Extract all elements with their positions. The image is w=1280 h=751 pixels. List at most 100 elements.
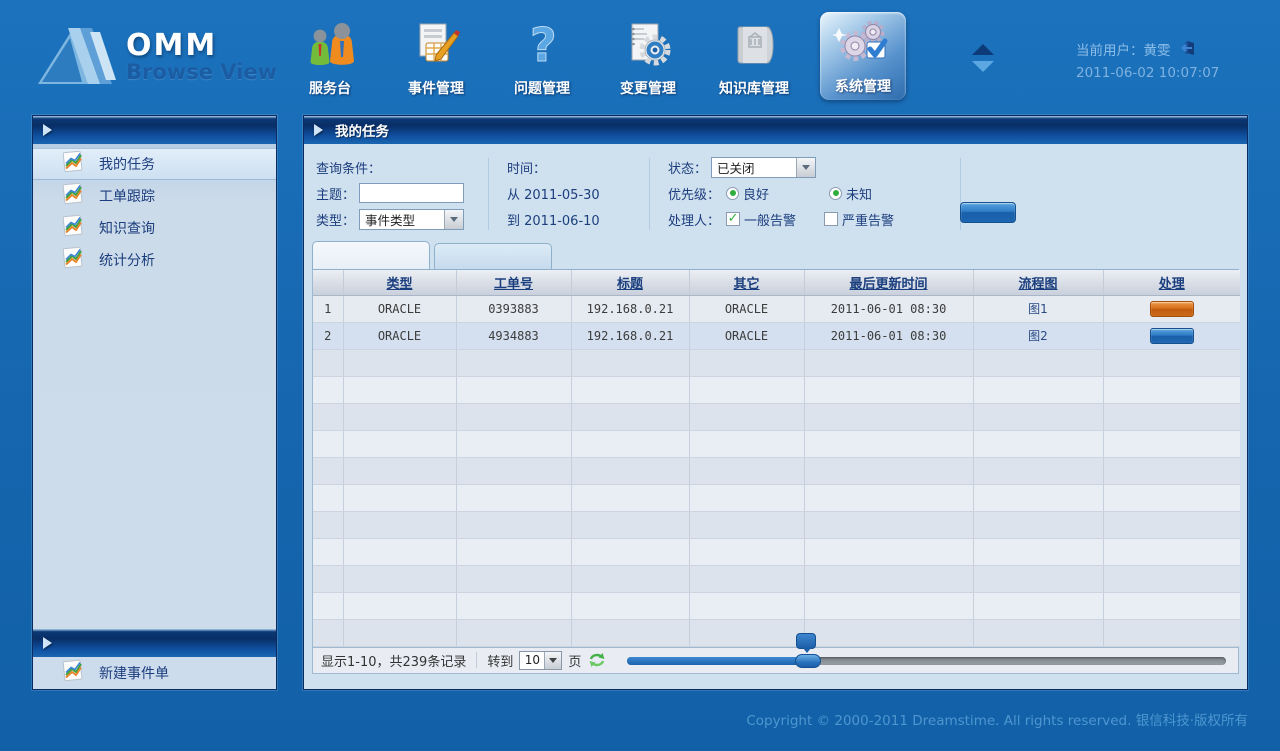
search-button[interactable] [960, 202, 1016, 223]
cell-other: ORACLE [689, 295, 804, 322]
sidebar-item-new-incident[interactable]: 新建事件单 [33, 657, 276, 689]
cell-type: ORACLE [343, 295, 456, 322]
empty-table-row [313, 511, 1240, 538]
collapse-arrows-icon[interactable] [972, 44, 998, 78]
copyright-footer: Copyright © 2000-2011 Dreamstime. All ri… [0, 709, 1248, 729]
page-slider-track[interactable] [627, 657, 1226, 665]
empty-cell [1103, 349, 1240, 376]
user-info: 当前用户：黄雯 2011-06-02 10:07:07 [1076, 40, 1219, 84]
nav-item-change-mgmt[interactable]: 变更管理 [600, 12, 696, 98]
row-action-button[interactable] [1150, 328, 1194, 344]
empty-table-row [313, 565, 1240, 592]
chevron-down-icon[interactable] [544, 652, 561, 669]
checkbox-general-alarm-label[interactable]: 一般告警 [744, 210, 796, 229]
radio-priority-good-label[interactable]: 良好 [743, 184, 769, 203]
nav-label: 服务台 [282, 78, 378, 98]
sidebar-item-my-tasks[interactable]: 我的任务 [33, 148, 276, 180]
checkbox-severe-alarm-label[interactable]: 严重告警 [842, 210, 894, 229]
empty-cell [689, 457, 804, 484]
radio-priority-good[interactable] [726, 187, 739, 200]
empty-table-row [313, 538, 1240, 565]
divider [649, 158, 650, 230]
empty-cell [343, 565, 456, 592]
cell-order-no: 0393883 [456, 295, 571, 322]
empty-cell [973, 592, 1103, 619]
tab-list-2[interactable] [434, 243, 552, 269]
empty-cell [313, 430, 343, 457]
empty-table-row [313, 349, 1240, 376]
page-slider-handle[interactable] [795, 654, 821, 668]
empty-cell [456, 349, 571, 376]
time-to: 到 2011-06-10 [507, 206, 649, 232]
nav-item-problem-mgmt[interactable]: ? 问题管理 [494, 12, 590, 98]
radio-priority-unknown-label[interactable]: 未知 [846, 184, 872, 203]
empty-cell [689, 565, 804, 592]
logout-icon[interactable] [1179, 40, 1197, 63]
empty-cell [1103, 538, 1240, 565]
col-header-updated[interactable]: 最后更新时间 [804, 270, 973, 295]
checkbox-severe-alarm[interactable] [824, 212, 838, 226]
col-header-other[interactable]: 其它 [689, 270, 804, 295]
empty-cell [804, 592, 973, 619]
empty-cell [973, 619, 1103, 646]
panel-arrow-icon [314, 124, 323, 136]
arrow-up-icon[interactable] [972, 44, 994, 55]
table-row[interactable]: 1 ORACLE 0393883 192.168.0.21 ORACLE 201… [313, 295, 1240, 322]
nav-item-incident-mgmt[interactable]: 事件管理 [388, 12, 484, 98]
col-header-order-no[interactable]: 工单号 [456, 270, 571, 295]
sidebar-item-label: 工单跟踪 [99, 186, 155, 206]
sidebar-top-bar[interactable] [33, 116, 276, 144]
empty-table-row [313, 403, 1240, 430]
panel-arrow-icon [43, 124, 52, 136]
checkbox-general-alarm[interactable] [726, 212, 740, 226]
subject-input[interactable] [359, 183, 464, 203]
type-select[interactable]: 事件类型 [359, 209, 464, 230]
goto-label: 转到 [487, 651, 513, 670]
sidebar-bottom-bar[interactable] [33, 629, 276, 657]
empty-cell [456, 403, 571, 430]
nav-label: 事件管理 [388, 78, 484, 98]
sidebar-item-label: 知识查询 [99, 218, 155, 238]
sidebar-item-stats-analysis[interactable]: 统计分析 [33, 244, 276, 276]
empty-cell [343, 619, 456, 646]
empty-table-row [313, 484, 1240, 511]
refresh-icon[interactable] [587, 651, 607, 669]
row-action-button[interactable] [1150, 301, 1194, 317]
sidebar: 我的任务 工单跟踪 知识查询 [32, 115, 277, 690]
page-select[interactable]: 10 [519, 651, 562, 670]
chevron-down-icon[interactable] [444, 210, 463, 229]
empty-cell [313, 457, 343, 484]
tab-list-1[interactable] [312, 241, 430, 269]
empty-cell [804, 430, 973, 457]
flow-link[interactable]: 图1 [1028, 302, 1048, 316]
current-datetime: 2011-06-02 10:07:07 [1076, 63, 1219, 84]
empty-cell [343, 484, 456, 511]
time-label: 时间： [507, 154, 649, 180]
nav-item-system-mgmt[interactable]: 系统管理 [820, 12, 906, 100]
empty-cell [1103, 619, 1240, 646]
radio-priority-unknown[interactable] [829, 187, 842, 200]
empty-cell [804, 565, 973, 592]
col-header-title[interactable]: 标题 [571, 270, 689, 295]
main-nav: 服务台 事件管理 ? 问题管理 [282, 12, 920, 100]
nav-item-service-desk[interactable]: 服务台 [282, 12, 378, 98]
empty-cell [313, 592, 343, 619]
empty-cell [1103, 484, 1240, 511]
col-header-type[interactable]: 类型 [343, 270, 456, 295]
empty-cell [343, 349, 456, 376]
arrow-down-icon[interactable] [972, 61, 994, 72]
empty-cell [804, 349, 973, 376]
handler-label: 处理人： [668, 210, 720, 229]
sidebar-item-label: 我的任务 [99, 154, 155, 174]
empty-cell [689, 484, 804, 511]
nav-item-knowledge-mgmt[interactable]: 知识库管理 [706, 12, 802, 98]
col-header-flow[interactable]: 流程图 [973, 270, 1103, 295]
flow-link[interactable]: 图2 [1028, 329, 1048, 343]
status-select[interactable]: 已关闭 [711, 157, 816, 178]
col-header-action[interactable]: 处理 [1103, 270, 1240, 295]
sidebar-item-ticket-tracking[interactable]: 工单跟踪 [33, 180, 276, 212]
sidebar-item-knowledge-search[interactable]: 知识查询 [33, 212, 276, 244]
chevron-down-icon[interactable] [796, 158, 815, 177]
empty-cell [456, 457, 571, 484]
table-row[interactable]: 2 ORACLE 4934883 192.168.0.21 ORACLE 201… [313, 322, 1240, 349]
